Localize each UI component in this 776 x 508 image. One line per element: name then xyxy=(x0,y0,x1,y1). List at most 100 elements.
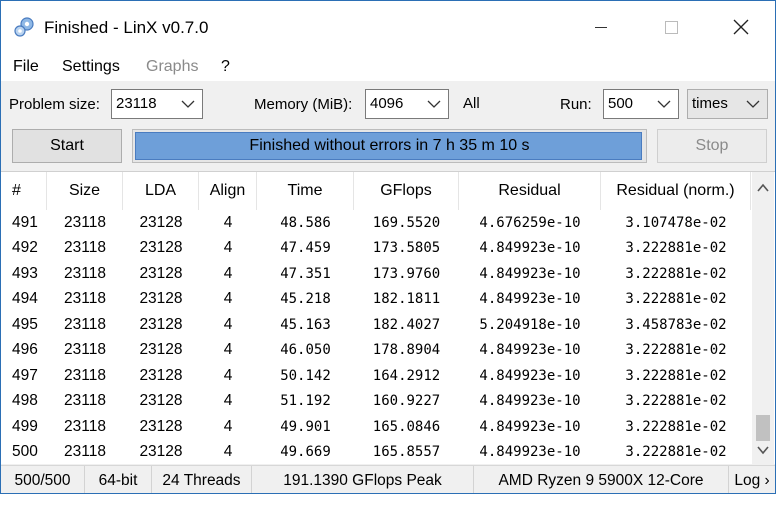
cell-align: 4 xyxy=(223,341,233,359)
close-button[interactable] xyxy=(706,1,775,53)
cell-align: 4 xyxy=(223,213,233,231)
all-memory-link[interactable]: All xyxy=(463,95,480,112)
cell-align: 4 xyxy=(223,315,233,333)
cell-residual: 4.849923e-10 xyxy=(479,240,581,257)
table-row[interactable]: 500 23118 23128 4 49.669 165.8557 4.849923e-10… xyxy=(1,440,751,466)
maximize-icon xyxy=(664,20,678,34)
cell-gflops: 178.8904 xyxy=(372,342,441,359)
scroll-up-icon[interactable] xyxy=(755,180,771,196)
cell-lda: 23128 xyxy=(139,290,183,308)
column-header-gflops[interactable]: GFlops xyxy=(354,172,459,210)
table-row[interactable]: 494 23118 23128 4 45.218 182.1811 4.849923e-10… xyxy=(1,287,751,313)
column-header-align[interactable]: Align xyxy=(199,172,257,210)
menu-graphs[interactable]: Graphs xyxy=(146,58,198,76)
results-table: # Size LDA Align Time GFlops Residual Residual … xyxy=(1,171,775,465)
cell-gflops: 169.5520 xyxy=(372,214,441,231)
status-run-count: 500/500 xyxy=(1,466,85,493)
cell-residual-norm: 3.222881e-02 xyxy=(625,291,727,308)
maximize-button[interactable] xyxy=(636,1,706,53)
cell-size: 23118 xyxy=(64,213,106,231)
table-header: # Size LDA Align Time GFlops Residual Residual … xyxy=(1,172,751,210)
menu-help[interactable]: ? xyxy=(221,58,230,76)
title-bar[interactable]: Finished - LinX v0.7.0 xyxy=(1,1,775,53)
table-row[interactable]: 499 23118 23128 4 49.901 165.0846 4.849923e-10… xyxy=(1,414,751,440)
cell-gflops: 165.8557 xyxy=(372,444,441,461)
menu-file[interactable]: File xyxy=(13,58,39,76)
menu-bar: File Settings Graphs ? xyxy=(1,53,775,81)
column-header-time[interactable]: Time xyxy=(257,172,354,210)
table-row[interactable]: 498 23118 23128 4 51.192 160.9227 4.849923e-10… xyxy=(1,389,751,415)
minimize-icon xyxy=(595,26,607,28)
cell-residual: 4.849923e-10 xyxy=(479,418,581,435)
cell-size: 23118 xyxy=(64,341,106,359)
cell-size: 23118 xyxy=(64,392,106,410)
column-header-index[interactable]: # xyxy=(1,172,47,210)
memory-value: 4096 xyxy=(370,95,404,112)
cell-residual-norm: 3.222881e-02 xyxy=(625,418,727,435)
cell-lda: 23128 xyxy=(139,417,183,435)
cell-index: 497 xyxy=(12,366,38,384)
cell-index: 494 xyxy=(12,290,38,308)
cell-index: 498 xyxy=(12,392,38,410)
cell-time: 47.351 xyxy=(280,265,331,282)
memory-combo[interactable]: 4096 xyxy=(365,89,449,119)
table-body: 491 23118 23128 4 48.586 169.5520 4.676259e-10… xyxy=(1,210,751,465)
status-log-button[interactable]: Log › xyxy=(729,466,775,493)
cell-time: 51.192 xyxy=(280,393,331,410)
cell-time: 48.586 xyxy=(280,214,331,231)
cell-index: 495 xyxy=(12,315,38,333)
table-row[interactable]: 497 23118 23128 4 50.142 164.2912 4.849923e-10… xyxy=(1,363,751,389)
cell-lda: 23128 xyxy=(139,213,183,231)
table-row[interactable]: 493 23118 23128 4 47.351 173.9760 4.849923e-10… xyxy=(1,261,751,287)
problem-size-combo[interactable]: 23118 xyxy=(111,89,203,119)
cell-align: 4 xyxy=(223,239,233,257)
scroll-down-icon[interactable] xyxy=(755,442,771,458)
cell-index: 493 xyxy=(12,264,38,282)
cell-residual-norm: 3.107478e-02 xyxy=(625,214,727,231)
run-mode-combo[interactable]: times xyxy=(687,89,768,119)
cell-residual: 4.849923e-10 xyxy=(479,265,581,282)
cell-residual: 4.849923e-10 xyxy=(479,342,581,359)
table-row[interactable]: 492 23118 23128 4 47.459 173.5805 4.849923e-10… xyxy=(1,236,751,262)
cell-time: 45.163 xyxy=(280,316,331,333)
cell-align: 4 xyxy=(223,366,233,384)
chevron-down-icon xyxy=(427,100,441,108)
cell-residual: 4.849923e-10 xyxy=(479,444,581,461)
cell-align: 4 xyxy=(223,290,233,308)
problem-size-label: Problem size: xyxy=(9,96,100,113)
progress-status-text: Finished without errors in 7 h 35 m 10 s xyxy=(249,137,530,154)
table-row[interactable]: 491 23118 23128 4 48.586 169.5520 4.676259e-10… xyxy=(1,210,751,236)
column-header-lda[interactable]: LDA xyxy=(123,172,199,210)
cell-residual: 4.849923e-10 xyxy=(479,367,581,384)
cell-residual: 5.204918e-10 xyxy=(479,316,581,333)
column-header-residual[interactable]: Residual xyxy=(459,172,601,210)
run-count-combo[interactable]: 500 xyxy=(603,89,679,119)
cell-residual-norm: 3.222881e-02 xyxy=(625,342,727,359)
stop-button[interactable]: Stop xyxy=(657,129,767,163)
chevron-down-icon xyxy=(657,100,671,108)
table-row[interactable]: 495 23118 23128 4 45.163 182.4027 5.204918e-10… xyxy=(1,312,751,338)
cell-align: 4 xyxy=(223,443,233,461)
cell-gflops: 164.2912 xyxy=(372,367,441,384)
column-header-residual-norm[interactable]: Residual (norm.) xyxy=(601,172,751,210)
cell-lda: 23128 xyxy=(139,366,183,384)
start-button[interactable]: Start xyxy=(12,129,122,163)
scrollbar-thumb[interactable] xyxy=(756,415,770,441)
table-row[interactable]: 496 23118 23128 4 46.050 178.8904 4.849923e-10… xyxy=(1,338,751,364)
cell-time: 47.459 xyxy=(280,240,331,257)
cell-gflops: 182.1811 xyxy=(372,291,441,308)
cell-size: 23118 xyxy=(64,417,106,435)
menu-settings[interactable]: Settings xyxy=(62,58,120,76)
chevron-down-icon xyxy=(181,100,195,108)
vertical-scrollbar[interactable] xyxy=(752,172,774,465)
cell-index: 496 xyxy=(12,341,38,359)
cell-lda: 23128 xyxy=(139,239,183,257)
cell-gflops: 165.0846 xyxy=(372,418,441,435)
gears-icon xyxy=(14,17,34,37)
status-cpu-name: AMD Ryzen 9 5900X 12-Core xyxy=(474,466,729,493)
minimize-button[interactable] xyxy=(566,1,636,53)
problem-size-value: 23118 xyxy=(116,95,157,112)
cell-align: 4 xyxy=(223,417,233,435)
cell-size: 23118 xyxy=(64,443,106,461)
column-header-size[interactable]: Size xyxy=(47,172,123,210)
